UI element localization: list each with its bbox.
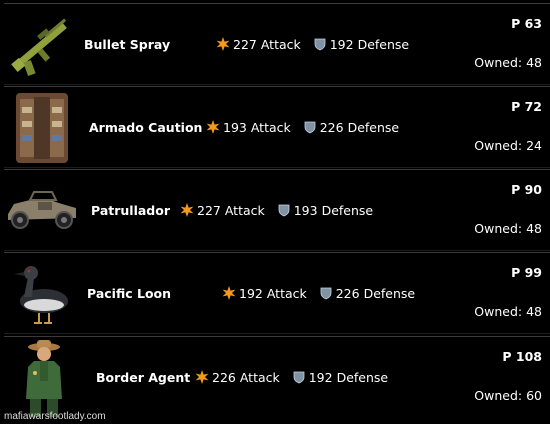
item-row-armado-caution: Armado Caution 193 Attack 226 Defense P … [4,86,550,168]
loon-bird-icon [4,253,80,335]
item-stats: 226 Attack 192 Defense [195,370,388,385]
item-stats: 192 Attack 226 Defense [222,286,415,301]
attack-icon [206,120,220,134]
attack-value: 227 Attack [197,203,265,218]
defense-icon [292,370,306,384]
assault-rifle-icon [4,4,80,86]
item-name: Border Agent [96,370,191,385]
defense-value: 192 Defense [308,370,389,385]
defense-icon [319,286,333,300]
item-row-bullet-spray: Bullet Spray 227 Attack 192 Defense P 63… [4,3,550,85]
item-price: P 108 [502,349,542,364]
item-owned: Owned: 60 [474,388,542,403]
item-row-pacific-loon: Pacific Loon 192 Attack 226 Defense P 99… [4,252,550,334]
defense-icon [303,120,317,134]
item-name: Patrullador [91,203,171,218]
item-row-patrullador: Patrullador 227 Attack 193 Defense P 90 … [4,169,550,251]
item-stats: 227 Attack 193 Defense [180,203,373,218]
item-row-border-agent: Border Agent 226 Attack 192 Defense P 10… [4,336,550,418]
defense-icon [313,37,327,51]
defense-value: 226 Defense [335,286,416,301]
item-price: P 99 [511,265,542,280]
attack-icon [222,286,236,300]
defense-value: 226 Defense [319,120,400,135]
item-name: Armado Caution [89,120,203,135]
item-owned: Owned: 24 [474,138,542,153]
item-price: P 72 [511,99,542,114]
watermark: mafiawarsfootlady.com [4,411,106,422]
attack-value: 193 Attack [223,120,291,135]
buggy-vehicle-icon [4,170,80,252]
attack-icon [195,370,209,384]
attack-icon [180,203,194,217]
item-stats: 193 Attack 226 Defense [206,120,399,135]
defense-icon [277,203,291,217]
attack-value: 192 Attack [239,286,307,301]
defense-value: 192 Defense [329,37,410,52]
item-stats: 227 Attack 192 Defense [216,37,409,52]
item-price: P 90 [511,182,542,197]
item-owned: Owned: 48 [474,304,542,319]
item-owned: Owned: 48 [474,221,542,236]
armor-vest-icon [4,87,80,169]
item-name: Bullet Spray [84,37,171,52]
item-name: Pacific Loon [87,286,172,301]
attack-icon [216,37,230,51]
item-owned: Owned: 48 [474,55,542,70]
defense-value: 193 Defense [293,203,374,218]
border-agent-icon [4,337,80,419]
item-price: P 63 [511,16,542,31]
attack-value: 226 Attack [212,370,280,385]
attack-value: 227 Attack [233,37,301,52]
